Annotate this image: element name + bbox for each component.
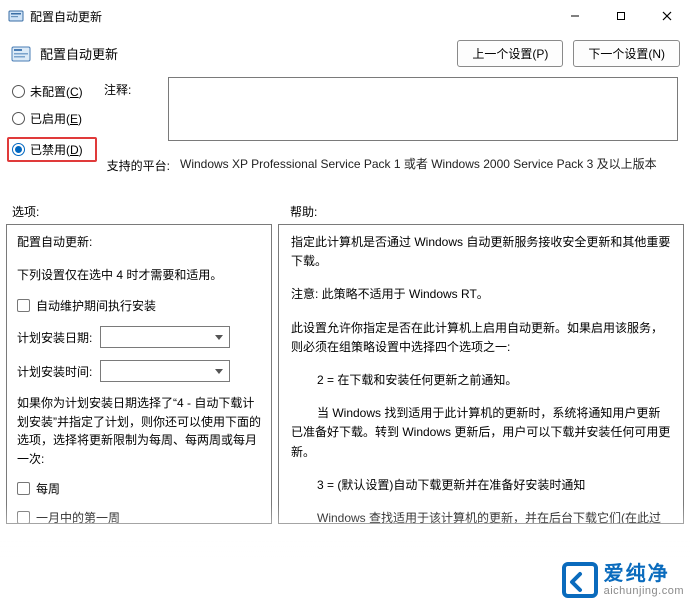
radio-disabled[interactable]: 已禁用(D) <box>7 137 97 162</box>
help-paragraph: 指定此计算机是否通过 Windows 自动更新服务接收安全更新和其他重要下载。 <box>291 233 671 271</box>
radio-enabled[interactable]: 已启用(E) <box>12 110 104 127</box>
watermark-text-en: aichunjing.com <box>604 585 684 597</box>
checkbox-label: 每周 <box>36 480 60 497</box>
watermark-text-cn: 爱纯净 <box>604 563 684 585</box>
supported-platform-label: 支持的平台: <box>104 155 170 174</box>
checkbox-label: 自动维护期间执行安装 <box>36 297 156 314</box>
checkbox-icon <box>17 482 30 495</box>
checkbox-maintenance-install[interactable]: 自动维护期间执行安装 <box>17 297 261 314</box>
radio-icon <box>12 85 25 98</box>
help-paragraph: 此设置允许你指定是否在此计算机上启用自动更新。如果启用该服务，则必须在组策略设置… <box>291 319 671 357</box>
watermark-logo-icon <box>560 560 600 600</box>
checkbox-icon <box>17 299 30 312</box>
radio-icon <box>12 143 25 156</box>
help-option-3: 3 = (默认设置)自动下载更新并在准备好安装时通知 <box>291 476 671 495</box>
policy-title: 配置自动更新 <box>40 44 118 63</box>
checkbox-weekly[interactable]: 每周 <box>17 480 261 497</box>
checkbox-label: 一月中的第一周 <box>36 509 120 524</box>
maximize-button[interactable] <box>598 0 644 32</box>
radio-label: 已禁用(D) <box>30 141 83 158</box>
options-section-label: 选项: <box>12 203 290 220</box>
help-paragraph: Windows 查找适用于该计算机的更新，并在后台下载它们(在此过程中，用户不会… <box>291 509 671 524</box>
schedule-date-label: 计划安装日期: <box>17 329 92 346</box>
radio-label: 已启用(E) <box>30 110 82 127</box>
schedule-date-select[interactable] <box>100 326 230 348</box>
help-option-2: 2 = 在下载和安装任何更新之前通知。 <box>291 371 671 390</box>
options-title: 配置自动更新: <box>17 233 261 250</box>
watermark: 爱纯净 aichunjing.com <box>560 560 684 600</box>
options-pane[interactable]: 配置自动更新: 下列设置仅在选中 4 时才需要和适用。 自动维护期间执行安装 计… <box>6 224 272 524</box>
window-title: 配置自动更新 <box>30 8 102 25</box>
checkbox-icon <box>17 511 30 524</box>
options-note: 下列设置仅在选中 4 时才需要和适用。 <box>17 266 261 283</box>
comment-textarea[interactable] <box>168 77 678 141</box>
help-section-label: 帮助: <box>290 203 317 220</box>
options-paragraph: 如果你为计划安装日期选择了“4 - 自动下载计划安装”并指定了计划，则你还可以使… <box>17 394 261 468</box>
help-paragraph: 注意: 此策略不适用于 Windows RT。 <box>291 285 671 304</box>
help-paragraph: 当 Windows 找到适用于此计算机的更新时，系统将通知用户更新已准备好下载。… <box>291 404 671 462</box>
schedule-time-label: 计划安装时间: <box>17 363 92 380</box>
previous-setting-button[interactable]: 上一个设置(P) <box>457 40 563 67</box>
minimize-button[interactable] <box>552 0 598 32</box>
help-pane[interactable]: 指定此计算机是否通过 Windows 自动更新服务接收安全更新和其他重要下载。 … <box>278 224 684 524</box>
app-icon <box>8 8 24 24</box>
supported-platform-text: Windows XP Professional Service Pack 1 或… <box>180 155 678 191</box>
comment-label: 注释: <box>104 77 158 98</box>
policy-icon <box>10 43 32 65</box>
radio-not-configured[interactable]: 未配置(C) <box>12 83 104 100</box>
next-setting-button[interactable]: 下一个设置(N) <box>573 40 680 67</box>
close-button[interactable] <box>644 0 690 32</box>
schedule-time-select[interactable] <box>100 360 230 382</box>
checkbox-first-week[interactable]: 一月中的第一周 <box>17 509 261 524</box>
radio-icon <box>12 112 25 125</box>
radio-label: 未配置(C) <box>30 83 83 100</box>
